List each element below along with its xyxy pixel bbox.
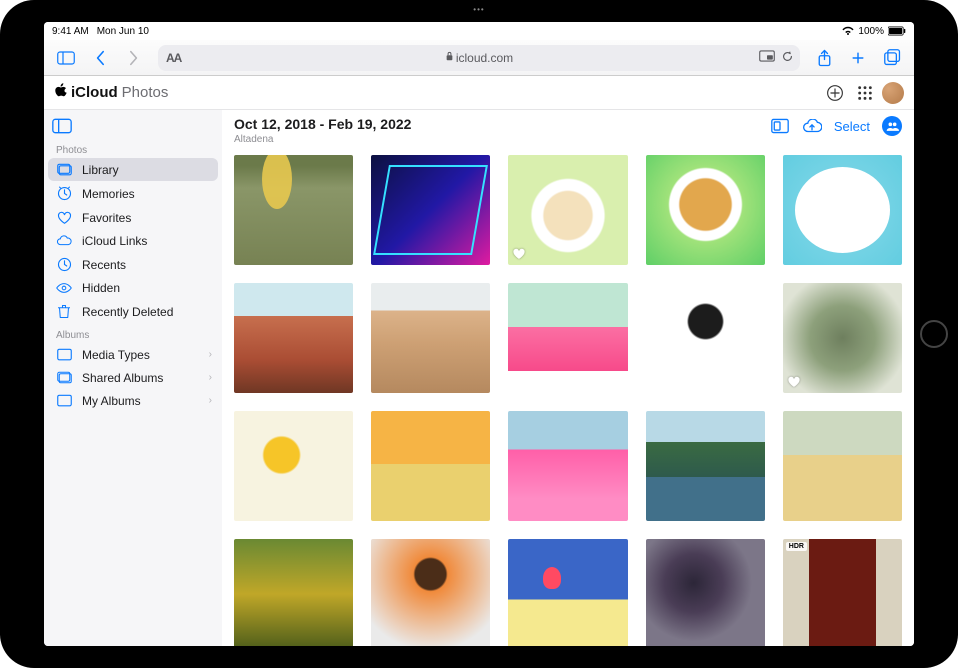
sidebar-item-icloud-links[interactable]: iCloud Links [48, 230, 218, 252]
memories-icon [56, 186, 72, 201]
mediatypes-icon [56, 348, 72, 361]
apple-icon [54, 83, 67, 102]
photo-thumbnail[interactable] [508, 411, 627, 521]
sidebar-item-favorites[interactable]: Favorites [48, 206, 218, 230]
photo-thumbnail[interactable] [371, 155, 490, 265]
reload-icon[interactable] [781, 50, 794, 66]
photo-thumbnail[interactable] [646, 155, 765, 265]
photo-thumbnail[interactable] [371, 411, 490, 521]
sidebar-item-label: Favorites [82, 212, 131, 224]
reader-aa-icon[interactable]: AA [166, 51, 181, 65]
chevron-right-icon: › [209, 373, 212, 383]
sidebar-item-media-types[interactable]: Media Types › [48, 343, 218, 366]
new-tab-icon[interactable] [842, 43, 874, 73]
upload-add-icon[interactable] [822, 80, 848, 106]
heart-icon [56, 211, 72, 225]
battery-pct: 100% [858, 26, 884, 37]
account-avatar[interactable] [882, 82, 904, 104]
sidebar-item-recently-deleted[interactable]: Recently Deleted [48, 299, 218, 324]
sidebar-item-shared-albums[interactable]: Shared Albums › [48, 366, 218, 389]
aspect-toggle-icon[interactable] [770, 116, 790, 136]
photo-thumbnail[interactable] [234, 155, 353, 265]
content-header: Oct 12, 2018 - Feb 19, 2022 Altadena Sel… [222, 110, 914, 149]
clock-icon [56, 257, 72, 272]
photo-thumbnail[interactable] [234, 411, 353, 521]
sidebar-item-library[interactable]: Library [48, 158, 218, 181]
photo-thumbnail[interactable] [783, 411, 902, 521]
chevron-right-icon: › [209, 350, 212, 360]
ipad-frame: ••• 9:41 AM Mon Jun 10 100% [0, 0, 958, 668]
forward-button [118, 43, 150, 73]
photo-thumbnail[interactable] [783, 283, 902, 393]
shared-albums-icon [56, 371, 72, 384]
photo-thumbnail[interactable] [508, 539, 627, 646]
favorite-heart-icon [512, 247, 526, 261]
screen: ••• 9:41 AM Mon Jun 10 100% [44, 22, 914, 646]
content-area: Oct 12, 2018 - Feb 19, 2022 Altadena Sel… [222, 110, 914, 646]
sidebar-item-label: Recently Deleted [82, 306, 173, 318]
sidebar-item-recents[interactable]: Recents [48, 252, 218, 277]
eye-icon [56, 282, 72, 294]
app-grid-icon[interactable] [852, 80, 878, 106]
sidebar-item-label: My Albums [82, 395, 141, 407]
photo-thumbnail[interactable] [234, 539, 353, 646]
trash-icon [56, 304, 72, 319]
brand-photos: Photos [122, 84, 169, 101]
location-subtitle: Altadena [234, 134, 411, 145]
url-field[interactable]: AA icloud.com [158, 45, 800, 71]
battery-icon [888, 26, 906, 36]
sidebar-item-label: Hidden [82, 282, 120, 294]
screencast-icon[interactable] [759, 50, 775, 66]
wifi-icon [842, 26, 854, 36]
url-text: icloud.com [456, 51, 513, 65]
chevron-right-icon: › [209, 396, 212, 406]
brand[interactable]: iCloud Photos [54, 83, 168, 102]
sidebar-item-hidden[interactable]: Hidden [48, 277, 218, 299]
library-icon [56, 163, 72, 176]
sidebar-item-label: iCloud Links [82, 235, 147, 247]
sidebar-item-label: Media Types [82, 349, 150, 361]
photo-thumbnail[interactable] [371, 283, 490, 393]
photo-thumbnail[interactable] [508, 283, 627, 393]
sidebar-section-albums: Albums [48, 324, 218, 343]
photo-thumbnail[interactable] [508, 155, 627, 265]
status-date: Mon Jun 10 [97, 26, 149, 37]
photo-thumbnail[interactable] [646, 411, 765, 521]
select-button[interactable]: Select [834, 119, 870, 134]
shared-people-icon[interactable] [882, 116, 902, 136]
photo-thumbnail[interactable] [783, 155, 902, 265]
status-bar: ••• 9:41 AM Mon Jun 10 100% [44, 22, 914, 40]
back-button[interactable] [84, 43, 116, 73]
home-button[interactable] [920, 320, 948, 348]
sidebar-item-my-albums[interactable]: My Albums › [48, 389, 218, 412]
date-range: Oct 12, 2018 - Feb 19, 2022 [234, 116, 411, 132]
cloud-link-icon [56, 235, 72, 247]
brand-icloud: iCloud [71, 84, 118, 101]
app-header: iCloud Photos [44, 76, 914, 110]
photo-grid[interactable]: HDR [222, 149, 914, 646]
cloud-upload-icon[interactable] [802, 116, 822, 136]
favorite-heart-icon [787, 375, 801, 389]
sidebar-item-label: Recents [82, 259, 126, 271]
photo-thumbnail[interactable] [646, 539, 765, 646]
tabs-icon[interactable] [876, 43, 908, 73]
sidebar-item-label: Library [82, 164, 119, 176]
sidebar-item-label: Memories [82, 188, 135, 200]
my-albums-icon [56, 394, 72, 407]
sidebar-item-memories[interactable]: Memories [48, 181, 218, 206]
photo-thumbnail[interactable] [371, 539, 490, 646]
sidebar-viewmode-icon[interactable] [48, 114, 218, 139]
photo-thumbnail[interactable] [646, 283, 765, 393]
sidebar-toggle-icon[interactable] [50, 43, 82, 73]
safari-toolbar: AA icloud.com [44, 40, 914, 76]
sidebar: Photos Library Memories Favorites iCloud… [44, 110, 222, 646]
photo-thumbnail[interactable] [234, 283, 353, 393]
sidebar-section-photos: Photos [48, 139, 218, 158]
hdr-badge: HDR [786, 542, 807, 551]
photo-thumbnail[interactable]: HDR [783, 539, 902, 646]
lock-icon [445, 51, 454, 64]
share-icon[interactable] [808, 43, 840, 73]
status-time: 9:41 AM [52, 26, 89, 37]
sidebar-item-label: Shared Albums [82, 372, 163, 384]
